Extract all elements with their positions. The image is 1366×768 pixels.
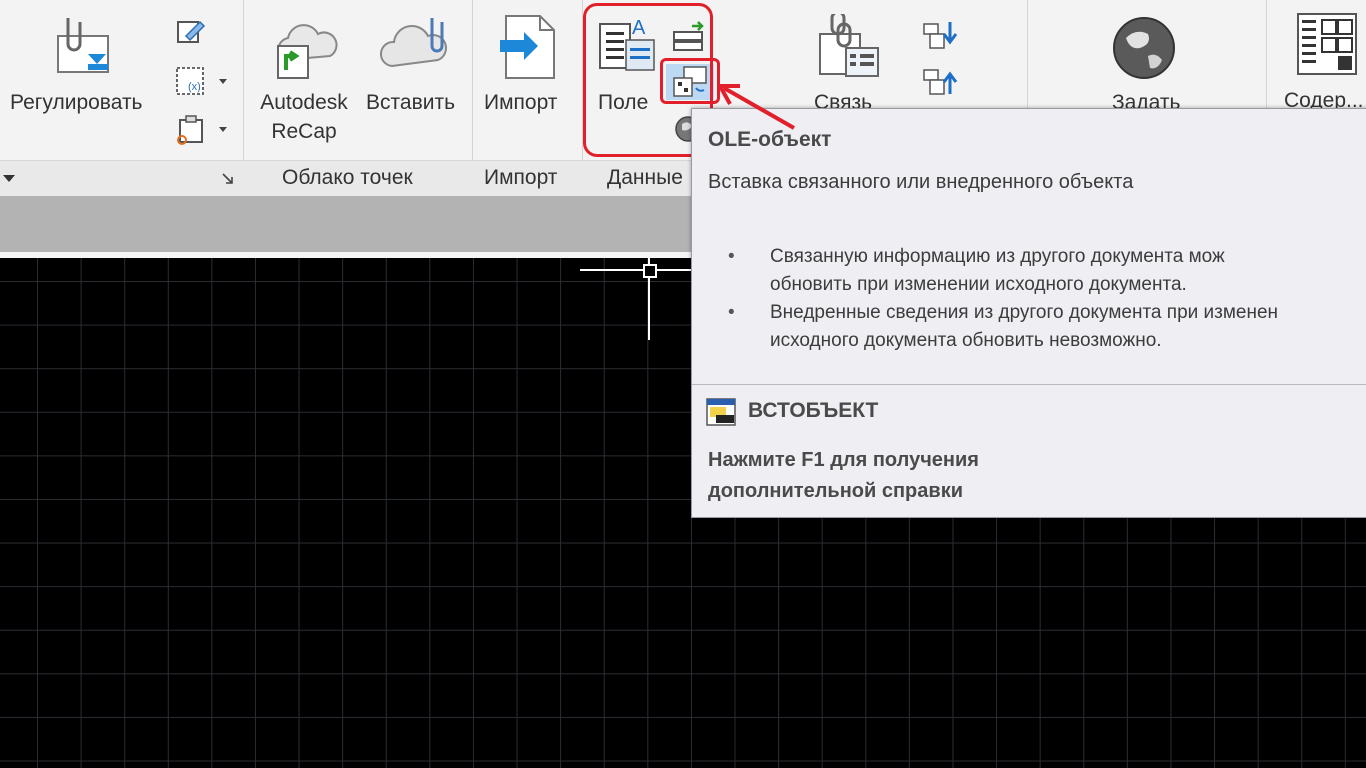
import-icon[interactable]: [496, 14, 558, 80]
bullet-line: исходного документа обновить невозможно.: [770, 330, 1162, 351]
tooltip-command-name: ВСТОБЪЕКТ: [748, 399, 879, 422]
panel-title-point-cloud: Облако точек: [282, 166, 413, 189]
command-icon: [706, 397, 736, 427]
bullet-line: обновить при изменении исходного докумен…: [770, 274, 1187, 295]
link-icon[interactable]: [818, 10, 880, 78]
import-button-label[interactable]: Импорт: [484, 88, 557, 117]
tooltip: OLE-объект Вставка связанного или внедре…: [691, 108, 1366, 518]
download-icon[interactable]: [922, 18, 958, 52]
globe-icon[interactable]: [1112, 16, 1176, 80]
tooltip-bullet: Связанную информацию из другого документ…: [708, 243, 1366, 299]
set-button-label[interactable]: Задать: [1112, 88, 1180, 108]
link-button-label[interactable]: Связь: [814, 88, 872, 108]
svg-text:(x): (x): [188, 81, 201, 93]
paste-button-label[interactable]: Вставить: [366, 88, 455, 117]
tooltip-divider: [692, 384, 1366, 385]
attach-icon[interactable]: [52, 14, 118, 80]
tooltip-bullet: Внедренные сведения из другого документа…: [708, 299, 1366, 355]
recap-button-label[interactable]: Autodesk ReCap: [254, 88, 354, 146]
clip-icon[interactable]: [174, 16, 208, 50]
clip-frame-icon[interactable]: (x): [174, 64, 208, 98]
clipboard-icon[interactable]: [174, 112, 208, 146]
chevron-down-icon[interactable]: [216, 74, 230, 88]
table-icon[interactable]: [1296, 12, 1358, 76]
cloud-paste-icon[interactable]: [380, 14, 450, 84]
annotation-arrow-icon: [718, 84, 795, 130]
autocad-window: Регулировать (x) Autodesk ReCap Вставить…: [0, 0, 1366, 768]
crosshair-cursor: [580, 269, 692, 271]
dialog-launcher-icon[interactable]: [221, 172, 235, 186]
panel-title-import: Импорт: [484, 166, 558, 189]
adjust-button-label[interactable]: Регулировать: [10, 88, 143, 117]
tooltip-bullets: Связанную информацию из другого документ…: [708, 243, 1366, 355]
tooltip-title: OLE-объект: [708, 128, 832, 151]
tooltip-description: Вставка связанного или внедренного объек…: [708, 171, 1134, 193]
recap-label-line1: Autodesk: [260, 91, 348, 114]
panel-expand-icon[interactable]: [2, 172, 16, 184]
pickbox-cursor: [643, 264, 657, 278]
tooltip-help: Нажмите F1 для получения дополнительной …: [708, 449, 979, 502]
bullet-line: Связанную информацию из другого документ…: [770, 246, 1225, 267]
recap-icon[interactable]: [270, 14, 340, 84]
chevron-down-icon[interactable]: [216, 122, 230, 136]
bullet-line: Внедренные сведения из другого документа…: [770, 302, 1279, 323]
upload-icon[interactable]: [922, 64, 958, 98]
panel-title-data: Данные: [607, 166, 683, 189]
recap-label-line2: ReCap: [271, 120, 337, 143]
